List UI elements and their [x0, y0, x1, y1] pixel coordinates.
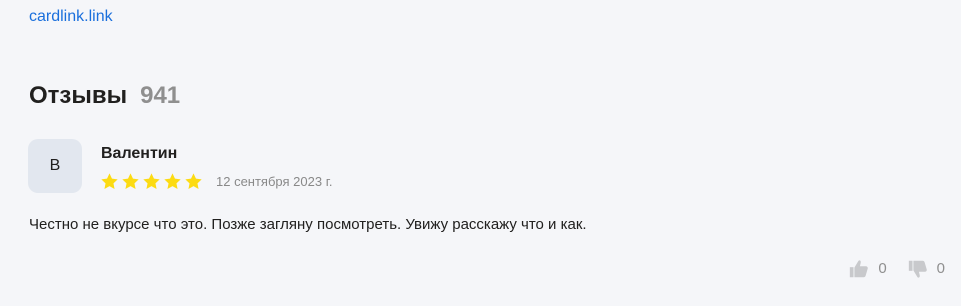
- star-icon: [185, 173, 202, 189]
- dislike-count: 0: [936, 260, 945, 277]
- author-name[interactable]: Валентин: [101, 144, 177, 164]
- thumbs-down-icon: [907, 258, 929, 280]
- dislike-button[interactable]: 0: [907, 258, 945, 280]
- avatar: В: [28, 139, 82, 193]
- reviews-header: Отзывы 941: [29, 82, 180, 110]
- reactions: 0 0: [848, 258, 945, 280]
- avatar-letter: В: [49, 157, 61, 174]
- rating-row: 12 сентября 2023 г.: [100, 172, 332, 191]
- review-text: Честно не вкурсе что это. Позже загляну …: [29, 216, 587, 233]
- star-rating: [100, 172, 203, 191]
- reviews-title: Отзывы: [29, 82, 128, 109]
- thumbs-up-icon: [848, 258, 870, 280]
- star-icon: [143, 173, 160, 189]
- cardlink-link[interactable]: cardlink.link: [29, 7, 113, 27]
- like-count: 0: [878, 260, 887, 277]
- star-icon: [122, 173, 139, 189]
- like-button[interactable]: 0: [848, 258, 887, 280]
- star-icon: [101, 173, 118, 189]
- reviews-count: 941: [140, 82, 181, 109]
- review-date: 12 сентября 2023 г.: [216, 174, 333, 189]
- star-icon: [164, 173, 181, 189]
